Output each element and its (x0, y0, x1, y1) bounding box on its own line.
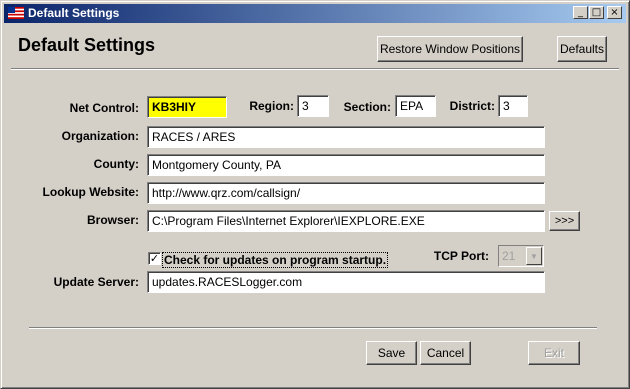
exit-button-label: Exit (543, 346, 564, 360)
region-field[interactable]: 3 (297, 95, 329, 117)
save-button-label: Save (377, 346, 406, 360)
browse-button[interactable]: >>> (549, 211, 580, 231)
page-title: Default Settings (18, 35, 156, 55)
window-title: Default Settings (28, 6, 120, 20)
organization-label: Organization: (61, 129, 139, 143)
county-label: County: (93, 157, 139, 171)
tcp-port-label: TCP Port: (433, 249, 489, 263)
tcp-port-select[interactable]: 21 ▼ (498, 245, 544, 267)
district-label: District: (449, 99, 495, 113)
bottom-divider (29, 327, 597, 329)
check-updates-label[interactable]: Check for updates on program startup. (162, 252, 389, 268)
tcp-port-value: 21 (502, 249, 516, 263)
update-server-label: Update Server: (53, 275, 139, 289)
defaults-button-label: Defaults (559, 42, 605, 56)
save-button[interactable]: Save (366, 341, 417, 365)
net-control-label: Net Control: (69, 101, 139, 115)
defaults-button[interactable]: Defaults (557, 36, 607, 62)
lookup-website-label: Lookup Website: (42, 185, 139, 199)
close-button[interactable]: × (607, 6, 622, 19)
region-label: Region: (249, 99, 294, 113)
settings-window: Default Settings _ □ × Default Settings … (0, 0, 630, 389)
top-divider (11, 68, 619, 70)
us-flag-icon (8, 7, 24, 19)
section-label: Section: (343, 100, 391, 114)
net-control-field[interactable]: KB3HIY (147, 96, 227, 118)
browser-label: Browser: (86, 213, 139, 227)
section-field[interactable]: EPA (395, 95, 436, 117)
chevron-down-icon[interactable]: ▼ (526, 247, 542, 265)
lookup-website-field[interactable]: http://www.qrz.com/callsign/ (147, 182, 545, 204)
browse-button-label: >>> (554, 215, 575, 227)
update-server-field[interactable]: updates.RACESLogger.com (147, 271, 545, 293)
restore-window-positions-button[interactable]: Restore Window Positions (377, 36, 523, 62)
organization-field[interactable]: RACES / ARES (147, 126, 545, 148)
check-updates-checkbox[interactable]: ✓ (148, 252, 161, 265)
title-bar[interactable]: Default Settings _ □ × (4, 4, 626, 23)
cancel-button[interactable]: Cancel (420, 341, 471, 365)
minimize-button[interactable]: _ (573, 6, 588, 19)
browser-field[interactable]: C:\Program Files\Internet Explorer\IEXPL… (147, 210, 545, 232)
exit-button[interactable]: Exit (528, 341, 580, 365)
maximize-button[interactable]: □ (589, 6, 604, 19)
cancel-button-label: Cancel (426, 346, 465, 360)
district-field[interactable]: 3 (498, 95, 528, 117)
restore-button-label: Restore Window Positions (379, 42, 521, 56)
county-field[interactable]: Montgomery County, PA (147, 154, 545, 176)
